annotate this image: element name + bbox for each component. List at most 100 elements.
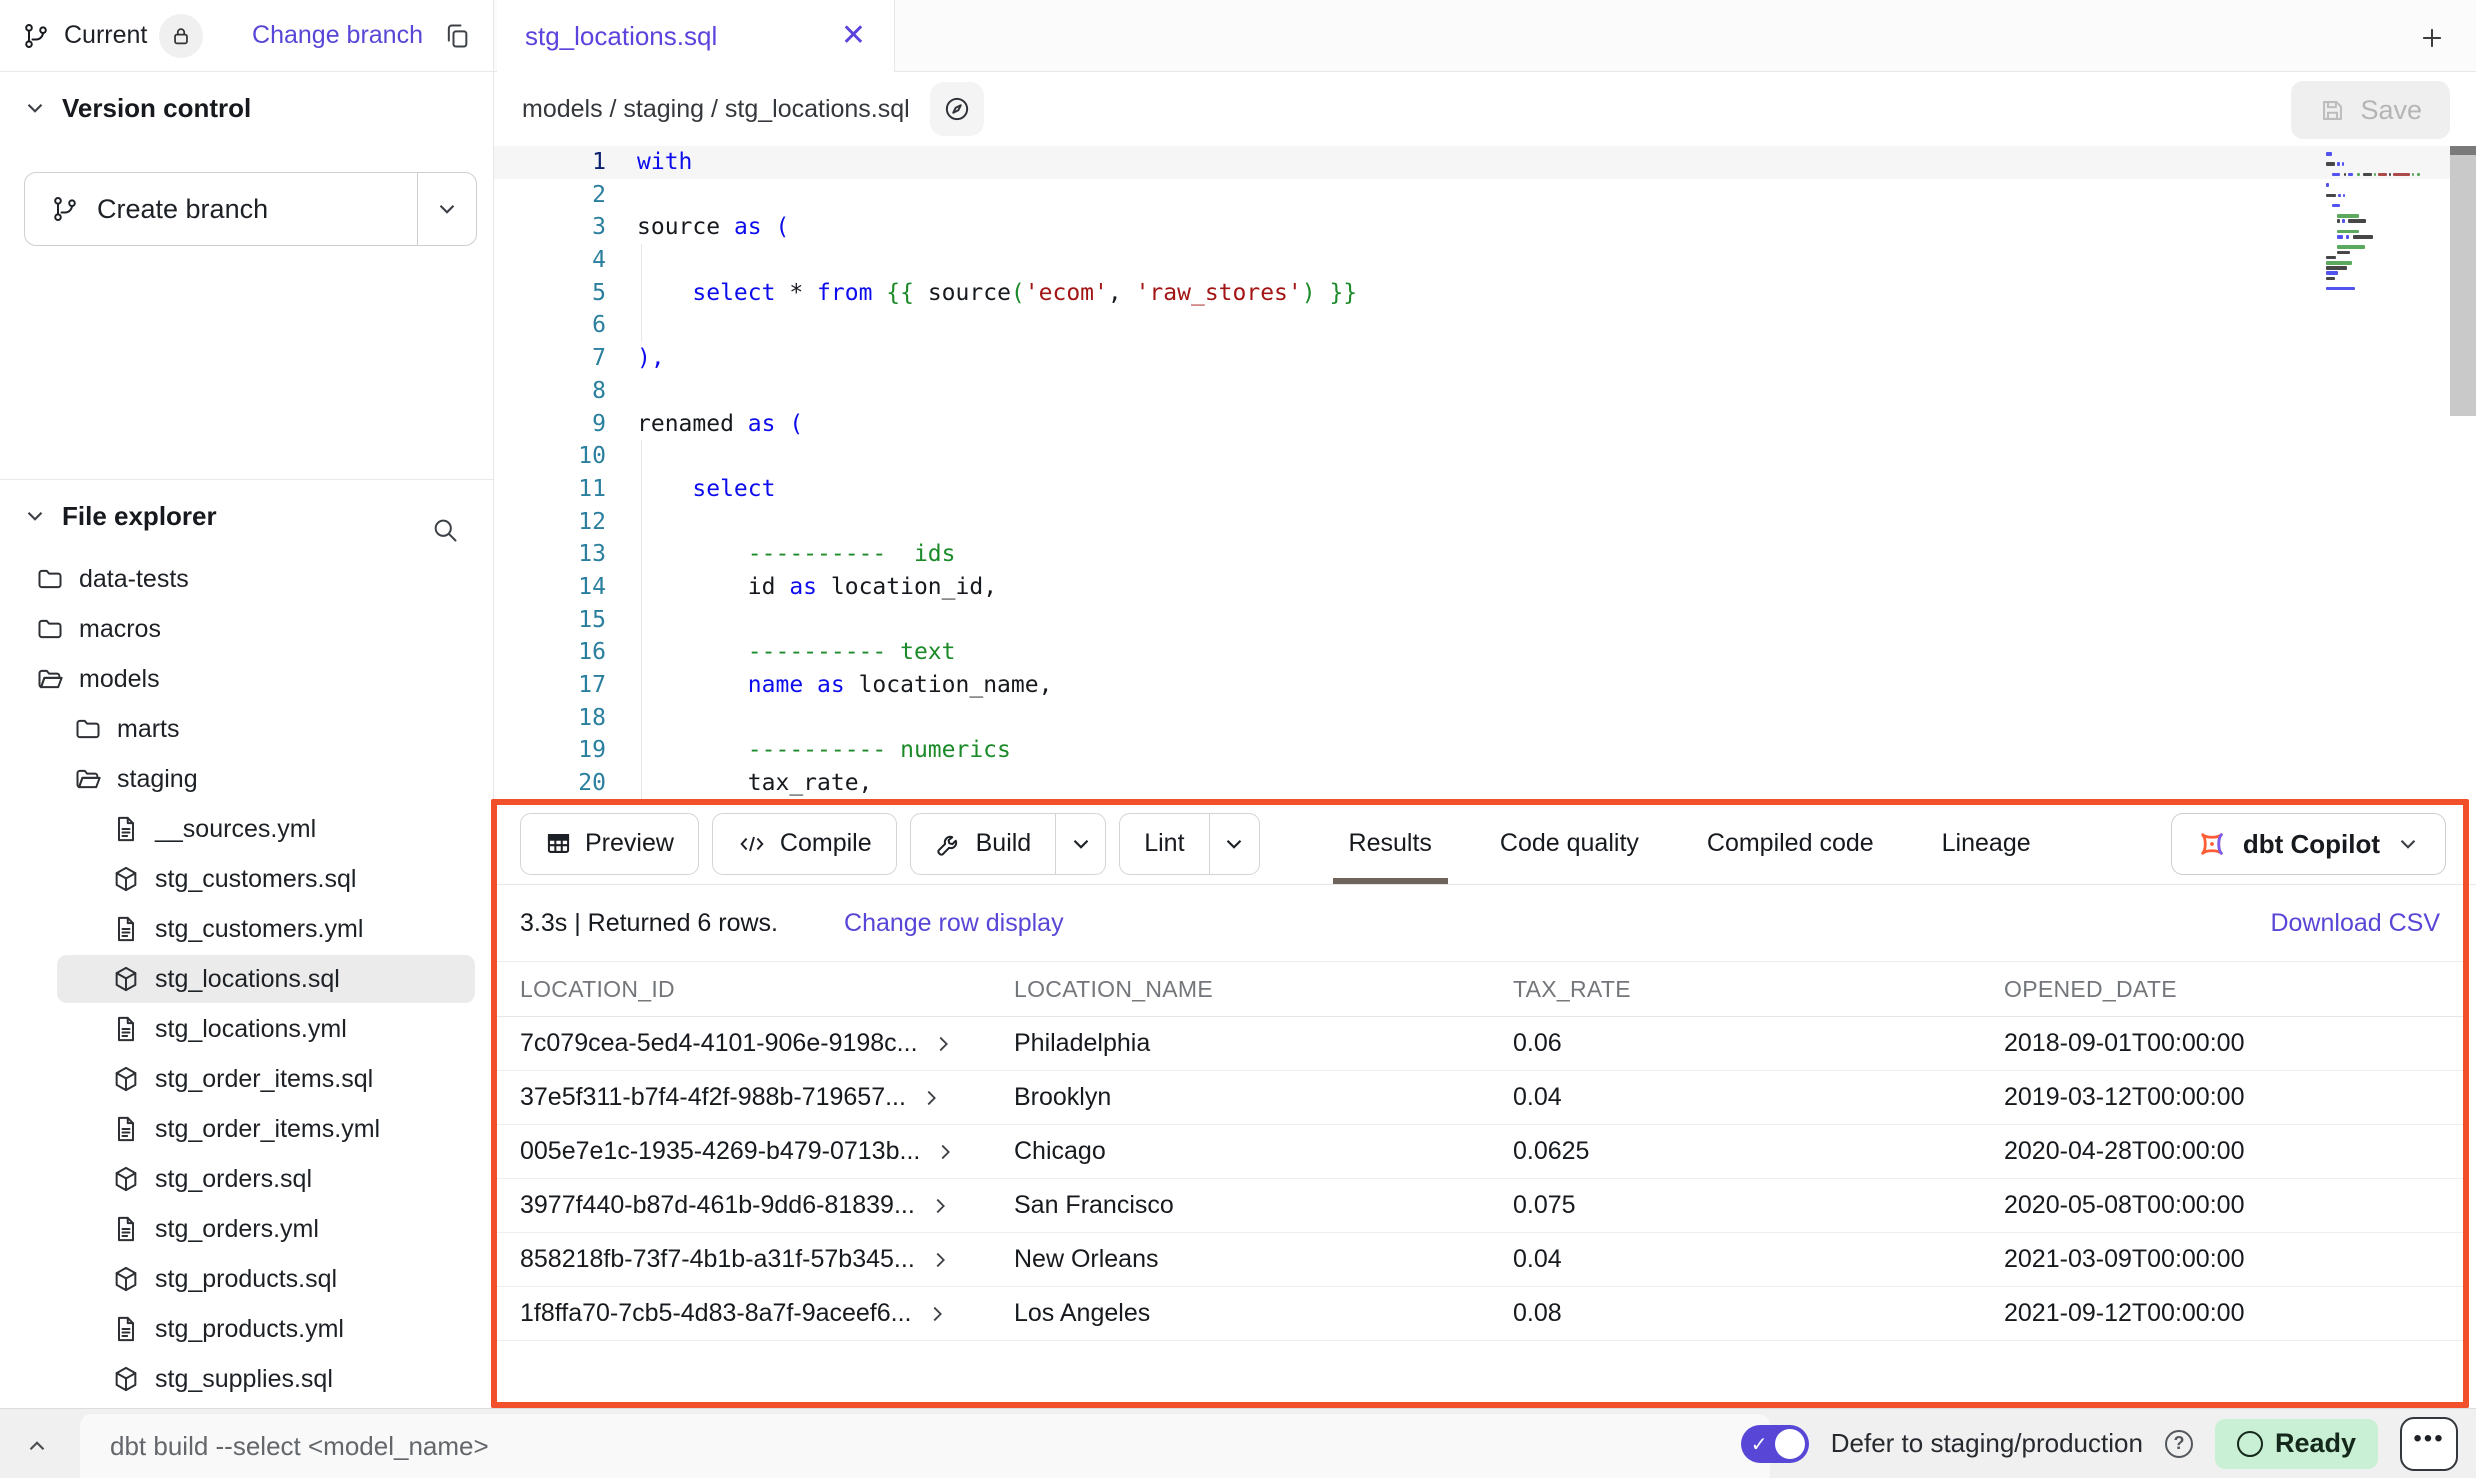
line-number: 7: [494, 342, 606, 375]
save-button[interactable]: Save: [2291, 81, 2450, 139]
cell-location-name: San Francisco: [1014, 1191, 1513, 1220]
result-summary: 3.3s | Returned 6 rows.: [520, 909, 778, 938]
cell-location-name: New Orleans: [1014, 1245, 1513, 1274]
code-line-19: 19 ---------- numerics: [494, 734, 2476, 767]
column-header-opened_date: OPENED_DATE: [2004, 976, 2464, 1003]
file-explorer-header[interactable]: File explorer: [0, 494, 493, 538]
line-number: 10: [494, 440, 606, 473]
compile-button[interactable]: Compile: [712, 813, 897, 875]
file-tree-item-stg-locations-sql[interactable]: stg_locations.sql: [0, 954, 493, 1004]
panel-tab-compiled-code[interactable]: Compiled code: [1673, 803, 1908, 884]
file-tree-item-stg-orders-yml[interactable]: stg_orders.yml: [0, 1204, 493, 1254]
build-dropdown[interactable]: [1055, 814, 1105, 874]
file-name: stg_orders.yml: [155, 1215, 319, 1244]
lint-dropdown[interactable]: [1209, 814, 1259, 874]
line-number: 16: [494, 636, 606, 669]
file-tree-item-data-tests[interactable]: data-tests: [0, 554, 493, 604]
change-branch-link[interactable]: Change branch: [252, 21, 423, 50]
command-input[interactable]: dbt build --select <model_name>: [80, 1414, 1770, 1478]
create-branch-button[interactable]: Create branch: [25, 173, 418, 245]
model-icon: [112, 1265, 140, 1293]
download-csv-link[interactable]: Download CSV: [2270, 909, 2440, 938]
code-line-9: 9renamed as (: [494, 408, 2476, 441]
file-tree: data-testsmacros models marts staging __sour…: [0, 554, 493, 1404]
expand-row-icon[interactable]: [929, 1249, 951, 1271]
panel-toolbar: Preview Compile Build Lint: [494, 803, 2476, 885]
version-control-header[interactable]: Version control: [0, 86, 493, 130]
editor-scrollbar[interactable]: [2450, 146, 2476, 416]
collapse-panel-button[interactable]: [14, 1423, 60, 1469]
file-tree-item-stg-locations-yml[interactable]: stg_locations.yml: [0, 1004, 493, 1054]
status-circle-icon: [2237, 1431, 2263, 1457]
help-icon[interactable]: ?: [2165, 1430, 2193, 1458]
cell-opened-date: 2019-03-12T00:00:00: [2004, 1083, 2464, 1112]
defer-toggle[interactable]: ✓: [1741, 1425, 1809, 1463]
tab-title: stg_locations.sql: [525, 21, 717, 52]
file-tree-item-stg-products-yml[interactable]: stg_products.yml: [0, 1304, 493, 1354]
file-tree-item-staging[interactable]: staging: [0, 754, 493, 804]
file-name: stg_order_items.sql: [155, 1065, 373, 1094]
panel-tab-results[interactable]: Results: [1315, 803, 1466, 884]
close-icon[interactable]: ✕: [841, 21, 866, 51]
cell-location-name: Los Angeles: [1014, 1299, 1513, 1328]
file-tree-item-stg-order-items-sql[interactable]: stg_order_items.sql: [0, 1054, 493, 1104]
dbt-ide-app: Current Change branch Version control Cr…: [0, 0, 2476, 1478]
file-tree-item-stg-order-items-yml[interactable]: stg_order_items.yml: [0, 1104, 493, 1154]
folder-open-icon: [36, 665, 64, 693]
panel-tab-code-quality[interactable]: Code quality: [1466, 803, 1673, 884]
file-tree-item-stg-customers-yml[interactable]: stg_customers.yml: [0, 904, 493, 954]
build-button[interactable]: Build: [911, 814, 1056, 874]
dbt-copilot-button[interactable]: dbt Copilot: [2171, 813, 2446, 875]
ready-status-badge: Ready: [2215, 1419, 2378, 1469]
cell-opened-date: 2020-05-08T00:00:00: [2004, 1191, 2464, 1220]
create-branch-dropdown[interactable]: [418, 173, 476, 245]
folder-open-icon: [74, 765, 102, 793]
file-tree-item-models[interactable]: models: [0, 654, 493, 704]
dbt-copilot-label: dbt Copilot: [2243, 829, 2380, 860]
file-name: models: [79, 665, 160, 694]
file-name: stg_products.yml: [155, 1315, 344, 1344]
panel-tab-lineage[interactable]: Lineage: [1908, 803, 2065, 884]
lineage-compass-button[interactable]: [930, 82, 984, 136]
file-tree-item-stg-customers-sql[interactable]: stg_customers.sql: [0, 854, 493, 904]
line-number: 6: [494, 309, 606, 342]
file-tree-item--sources-yml[interactable]: __sources.yml: [0, 804, 493, 854]
defer-label: Defer to staging/production: [1831, 1428, 2143, 1459]
expand-row-icon[interactable]: [932, 1033, 954, 1055]
expand-row-icon[interactable]: [934, 1141, 956, 1163]
file-tree-item-stg-products-sql[interactable]: stg_products.sql: [0, 1254, 493, 1304]
file-tree-item-stg-supplies-sql[interactable]: stg_supplies.sql: [0, 1354, 493, 1404]
tab-stg-locations-sql[interactable]: stg_locations.sql ✕: [497, 0, 895, 72]
file-name: marts: [117, 715, 180, 744]
preview-label: Preview: [585, 829, 674, 858]
file-tree-item-stg-orders-sql[interactable]: stg_orders.sql: [0, 1154, 493, 1204]
table-icon: [545, 830, 572, 857]
code-line-11: 11 select: [494, 473, 2476, 506]
cell-location-id: 858218fb-73f7-4b1b-a31f-57b345...: [520, 1245, 915, 1274]
file-icon: [112, 1115, 140, 1143]
line-number: 1: [494, 146, 606, 179]
file-explorer-section: File explorer data-testsmacros models mart…: [0, 494, 493, 1404]
expand-row-icon[interactable]: [926, 1303, 948, 1325]
file-name: staging: [117, 765, 198, 794]
code-editor[interactable]: 1with23source as (45 select * from {{ so…: [494, 146, 2476, 803]
file-tree-item-macros[interactable]: macros: [0, 604, 493, 654]
line-number: 19: [494, 734, 606, 767]
minimap[interactable]: [2326, 152, 2444, 292]
change-row-display-link[interactable]: Change row display: [844, 909, 1064, 938]
cell-location-id: 37e5f311-b7f4-4f2f-988b-719657...: [520, 1083, 906, 1112]
more-options-button[interactable]: •••: [2400, 1417, 2458, 1471]
preview-button[interactable]: Preview: [520, 813, 699, 875]
file-tree-item-marts[interactable]: marts: [0, 704, 493, 754]
code-line-12: 12: [494, 506, 2476, 539]
ready-label: Ready: [2275, 1428, 2356, 1459]
expand-row-icon[interactable]: [920, 1087, 942, 1109]
new-tab-button[interactable]: [2410, 16, 2454, 60]
line-number: 4: [494, 244, 606, 277]
lint-button[interactable]: Lint: [1120, 814, 1208, 874]
expand-row-icon[interactable]: [929, 1195, 951, 1217]
search-icon[interactable]: [431, 516, 459, 544]
copy-icon[interactable]: [443, 22, 471, 50]
branch-lock-badge: [159, 14, 203, 58]
compass-icon: [943, 95, 971, 123]
